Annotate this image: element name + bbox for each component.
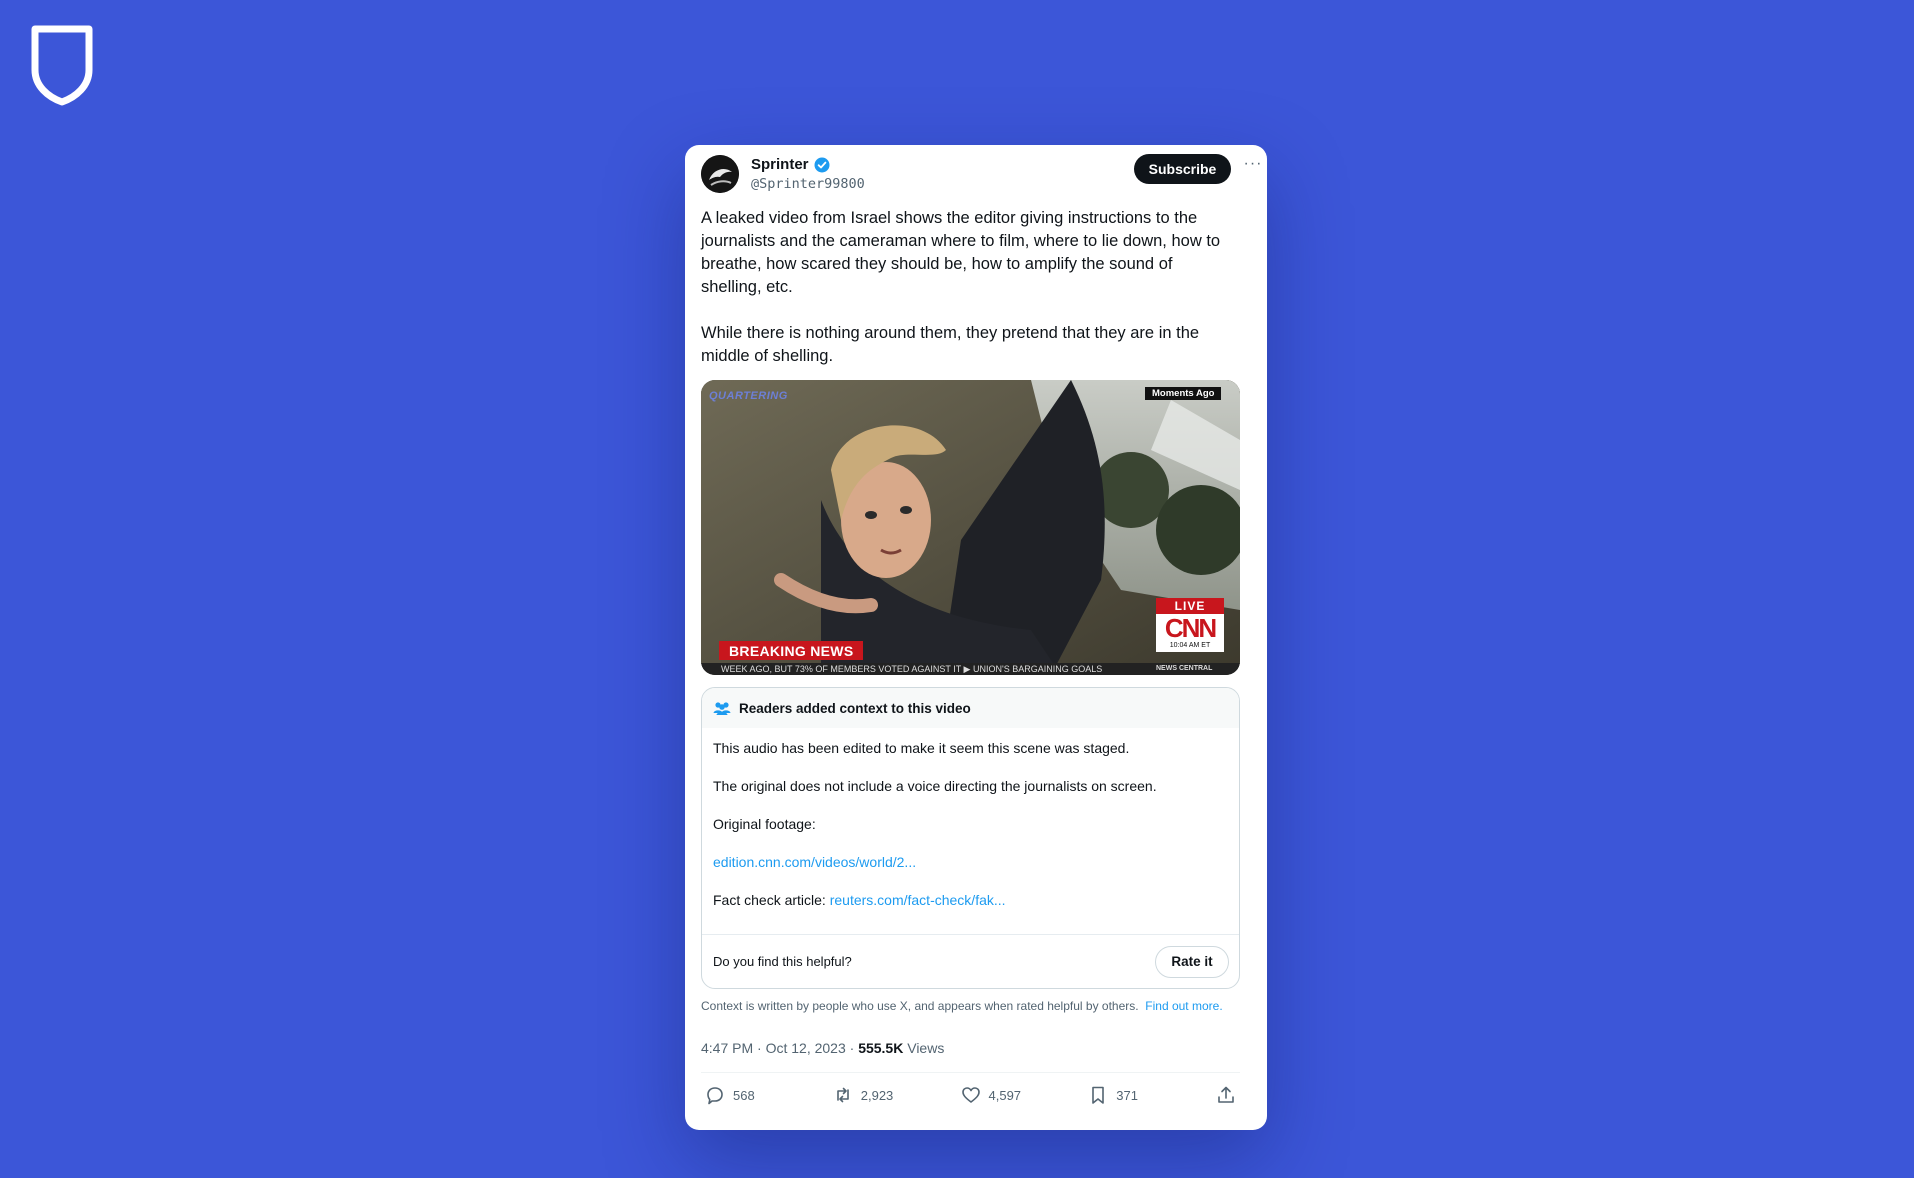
find-out-more-link[interactable]: Find out more. (1145, 999, 1222, 1013)
live-label: LIVE (1156, 598, 1224, 614)
verified-badge-icon (814, 157, 830, 172)
network-logo: CNN (1164, 613, 1217, 643)
tweet-paragraph: While there is nothing around them, they… (701, 324, 1200, 365)
note-line-footage: edition.cnn.com/videos/world/2... (713, 852, 1228, 890)
note-line: This audio has been edited to make it se… (713, 740, 1130, 756)
heart-icon (961, 1087, 980, 1103)
author-block: Sprinter @Sprinter99800 (751, 156, 865, 192)
author-name-row: Sprinter (751, 156, 865, 173)
like-action[interactable]: 4,597 (961, 1085, 1041, 1105)
community-note-title: Readers added context to this video (739, 700, 971, 716)
tweet-card: Sprinter @Sprinter99800 Subscribe ··· A … (685, 145, 1267, 1130)
bookmark-icon (1092, 1086, 1105, 1104)
tweet-meta: 4:47 PM · Oct 12, 2023 · 555.5K Views (701, 1040, 1241, 1056)
shield-logo-icon (31, 25, 93, 106)
network-bug: LIVE CNN 10:04 AM ET (1156, 598, 1224, 652)
views-count: 555.5K (858, 1040, 904, 1056)
action-bar: 568 2,923 4,597 371 (701, 1073, 1240, 1105)
more-options-icon[interactable]: ··· (1242, 155, 1264, 177)
avatar[interactable] (701, 155, 739, 193)
fact-check-link[interactable]: reuters.com/fact-check/fak... (830, 892, 1006, 908)
reply-icon (707, 1087, 723, 1105)
share-action[interactable] (1216, 1085, 1236, 1105)
subscribe-button[interactable]: Subscribe (1134, 154, 1231, 184)
disclaimer-text: Context is written by people who use X, … (701, 999, 1139, 1013)
tweet-header: Sprinter @Sprinter99800 Subscribe ··· (701, 145, 1261, 205)
original-footage-link[interactable]: edition.cnn.com/videos/world/2... (713, 854, 916, 870)
author-name[interactable]: Sprinter (751, 156, 809, 173)
share-icon (1218, 1086, 1234, 1103)
timestamp[interactable]: 4:47 PM · Oct 12, 2023 · (701, 1040, 858, 1056)
community-note-footer: Do you find this helpful? Rate it (702, 934, 1239, 988)
helpful-question: Do you find this helpful? (713, 954, 852, 969)
rate-it-button[interactable]: Rate it (1155, 945, 1229, 978)
tweet-text: A leaked video from Israel shows the edi… (701, 207, 1231, 368)
video-player[interactable]: QUARTERING Moments Ago BREAKING NEWS WEE… (701, 380, 1240, 675)
video-watermark: QUARTERING (709, 390, 788, 402)
note-line: The original does not include a voice di… (713, 778, 1157, 794)
people-icon (713, 702, 731, 715)
bookmark-count: 371 (1116, 1087, 1138, 1103)
author-handle[interactable]: @Sprinter99800 (751, 176, 865, 192)
fact-check-prefix: Fact check article: (713, 892, 830, 908)
reply-action[interactable]: 568 (705, 1085, 785, 1105)
community-note: Readers added context to this video This… (701, 687, 1240, 989)
moments-ago-badge: Moments Ago (1145, 387, 1222, 400)
channel-label: NEWS CENTRAL (1156, 665, 1213, 672)
broadcast-time: 10:04 AM ET (1169, 642, 1211, 649)
reply-count: 568 (733, 1087, 755, 1103)
repost-action[interactable]: 2,923 (833, 1085, 913, 1105)
like-count: 4,597 (988, 1087, 1022, 1103)
repost-count: 2,923 (860, 1087, 894, 1103)
community-note-header: Readers added context to this video (702, 688, 1239, 728)
context-disclaimer: Context is written by people who use X, … (701, 999, 1231, 1014)
note-line: Original footage: (713, 816, 816, 832)
breaking-news-banner: BREAKING NEWS (719, 641, 864, 660)
note-line-fact-check: Fact check article: reuters.com/fact-che… (713, 890, 1228, 928)
bookmark-action[interactable]: 371 (1088, 1085, 1168, 1105)
avatar-image (701, 155, 739, 193)
repost-icon (836, 1087, 849, 1103)
views-label: Views (903, 1040, 945, 1056)
community-note-body: This audio has been edited to make it se… (702, 728, 1239, 934)
tweet-paragraph: A leaked video from Israel shows the edi… (701, 209, 1221, 296)
